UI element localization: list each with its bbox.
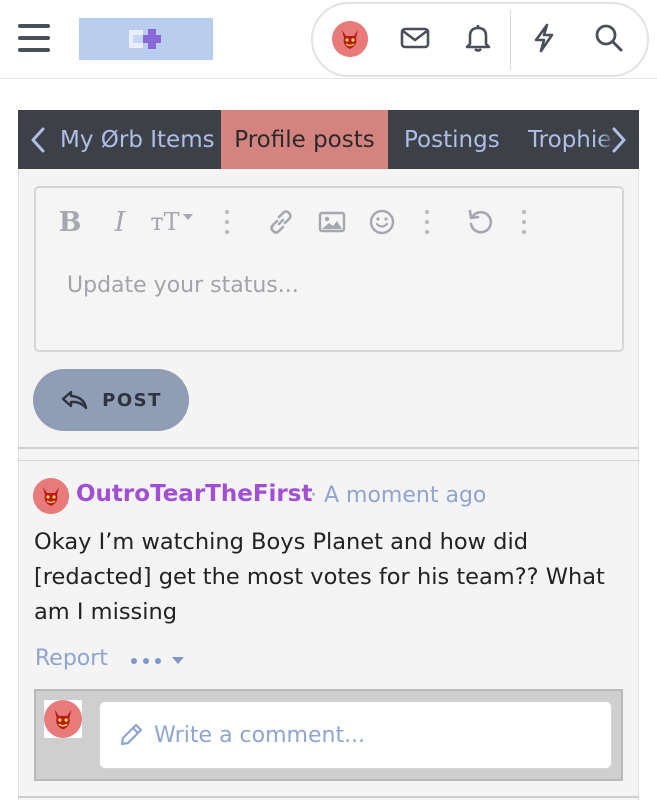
section-divider [18,447,639,449]
search-icon[interactable] [591,20,627,56]
post-body: Okay I’m watching Boys Planet and how di… [34,525,614,630]
comment-placeholder: Write a comment... [154,722,366,748]
lightning-icon[interactable] [526,20,562,56]
post-bottom-divider [18,796,639,798]
italic-icon[interactable]: I [106,204,134,240]
author-avatar[interactable] [33,478,69,514]
post-body-line: Okay I’m watching Boys Planet and how di… [34,529,529,555]
bell-icon[interactable] [460,20,496,56]
image-icon[interactable] [316,204,348,240]
comment-input[interactable]: Write a comment... [99,701,612,769]
mail-icon[interactable] [397,20,433,56]
status-input-placeholder[interactable]: Update your status... [67,273,299,298]
tabs-scroll-left-icon[interactable] [18,110,58,169]
section-divider [18,460,639,461]
profile-tabs: My Ørb Items Profile posts Postings Trop… [18,110,639,169]
post-body-line: [redacted] get the most votes for his te… [34,564,605,590]
more-options-icon[interactable] [131,650,185,672]
link-icon[interactable] [264,204,298,240]
commenter-avatar [44,700,82,738]
site-logo[interactable] [79,18,213,60]
smiley-icon[interactable] [366,204,398,240]
toolbar-separator [224,210,230,234]
post-button-label: POST [102,389,162,411]
post-timestamp[interactable]: · A moment ago [310,483,486,508]
text-size-label: тT [150,208,180,236]
post-author-name[interactable]: OutroTearTheFirst [76,481,312,507]
tab-postings[interactable]: Postings [404,110,500,169]
top-bar-divider [0,78,657,79]
reply-arrow-icon [61,390,88,410]
post-body-line: am I missing [34,599,178,625]
devil-avatar-icon [332,21,368,57]
devil-avatar-icon [33,478,69,514]
devil-avatar-icon [44,700,82,738]
post-time-text: A moment ago [324,483,487,508]
user-avatar[interactable] [332,21,368,57]
tab-profile-posts[interactable]: Profile posts [221,110,388,169]
undo-icon[interactable] [464,204,496,240]
meta-separator: · [310,483,317,508]
tab-my-orb-items[interactable]: My Ørb Items [60,110,215,169]
bold-icon[interactable]: B [56,204,84,240]
report-link[interactable]: Report [35,646,108,671]
tabs-scroll-right-icon[interactable] [599,110,639,169]
logo-mark-icon [129,28,163,50]
toolbar-more-icon[interactable] [521,210,527,234]
post-button[interactable]: POST [33,369,189,431]
toolbar-separator [424,210,430,234]
text-size-icon[interactable]: тT [146,204,198,240]
header-divider [510,10,511,70]
pencil-icon [120,723,143,746]
hamburger-menu-icon[interactable] [18,24,50,52]
